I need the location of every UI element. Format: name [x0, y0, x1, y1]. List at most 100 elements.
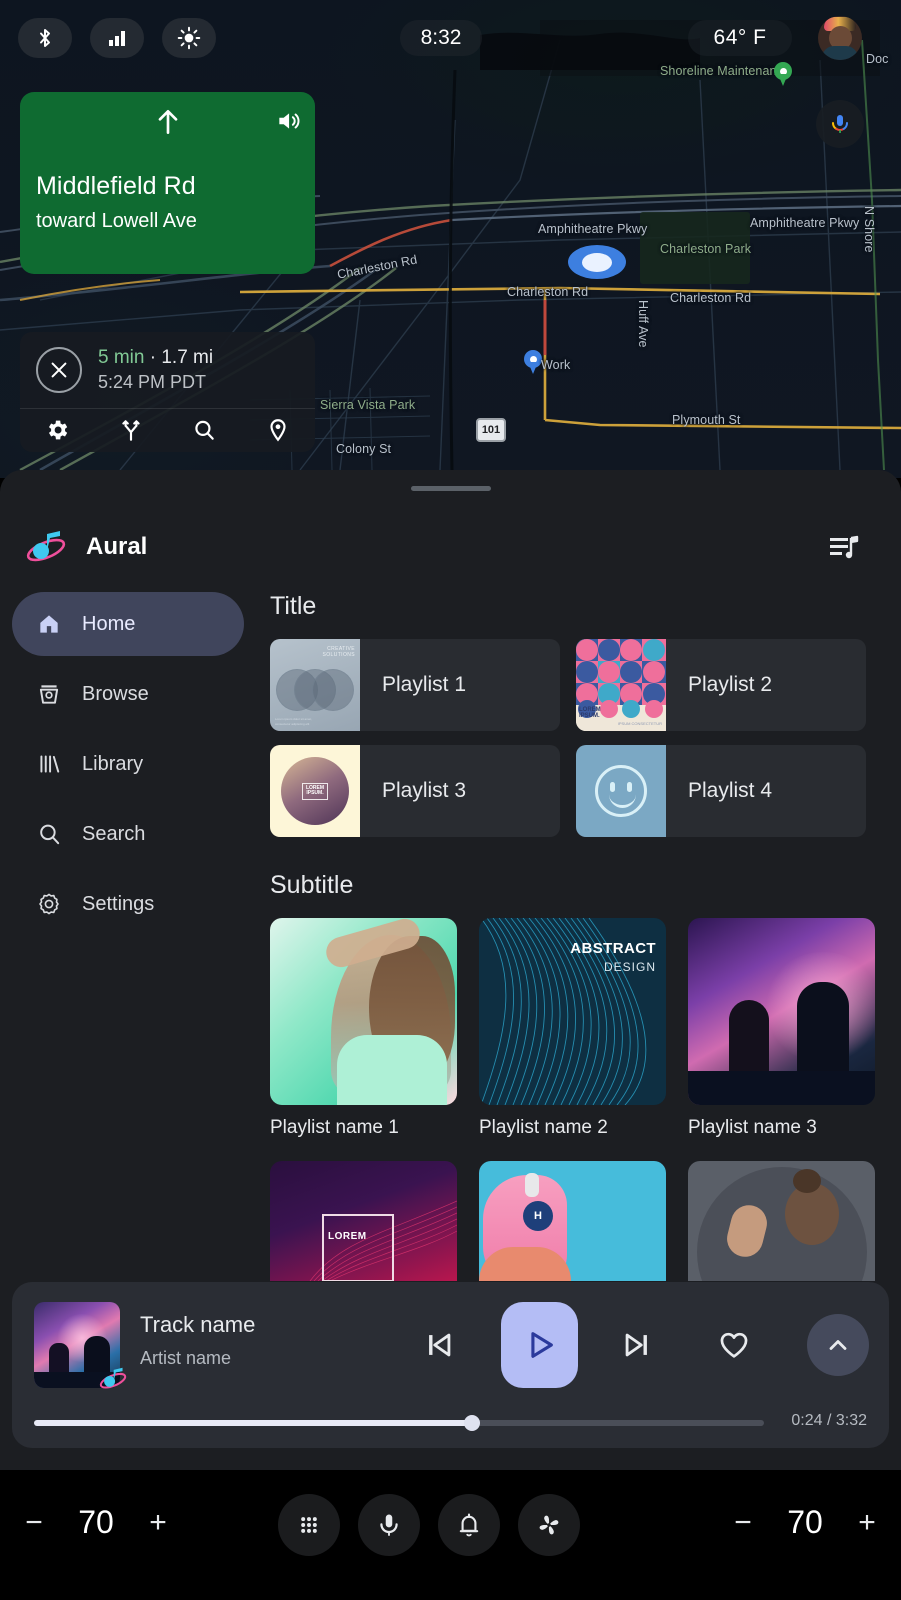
- end-navigation-button[interactable]: [36, 347, 82, 393]
- driver-temperature-stepper: − 70 +: [24, 1504, 168, 1541]
- map-label: Charleston Rd: [670, 291, 752, 305]
- play-button[interactable]: [501, 1302, 578, 1388]
- favorite-button[interactable]: [717, 1328, 751, 1367]
- nav-places-button[interactable]: [241, 417, 315, 443]
- playlist-cover: ABSTRACT DESIGN: [479, 918, 666, 1105]
- passenger-temperature-stepper: − 70 +: [733, 1504, 877, 1541]
- route-alternatives-button[interactable]: [94, 417, 168, 443]
- playlist-cover: LOREM: [270, 1161, 457, 1281]
- bluetooth-icon: [40, 29, 50, 47]
- eta-card[interactable]: 5 min · 1.7 mi 5:24 PM PDT: [20, 332, 315, 452]
- track-title: Track name: [140, 1312, 256, 1337]
- playlist-card[interactable]: ABSTRACT DESIGN Playlist name 2: [479, 918, 666, 1139]
- nav-road-name: Middlefield Rd: [36, 172, 196, 200]
- sidebar-item-label: Settings: [82, 892, 155, 915]
- bluetooth-button[interactable]: [18, 18, 72, 58]
- voice-assistant-button[interactable]: [358, 1494, 420, 1556]
- album-art: LOREM IPSUM. IPSUM CONSECTETUR: [576, 639, 666, 731]
- sidebar-item-settings[interactable]: Settings: [12, 872, 244, 936]
- album-art: LOREM IPSUM.: [270, 745, 360, 837]
- panel-drag-handle[interactable]: [410, 486, 491, 491]
- outside-temperature: 64° F: [688, 20, 792, 56]
- playlist-card[interactable]: H: [479, 1161, 666, 1281]
- playlist-tile[interactable]: LOREM IPSUM. Playlist 3: [270, 745, 560, 837]
- map-label: Sierra Vista Park: [320, 398, 416, 412]
- album-art-text: LOREM IPSUM.: [579, 707, 601, 719]
- eta-distance: 1.7 mi: [161, 347, 214, 368]
- skip-next-icon: [625, 1333, 647, 1357]
- playlist-card-label: Playlist name 1: [270, 1117, 399, 1138]
- close-icon: [51, 362, 67, 378]
- car-infotainment-screen: Shoreline Maintenance Doc Amphitheatre P…: [0, 0, 901, 1600]
- aural-music-note-icon: [99, 1367, 127, 1389]
- temp-decrease-button[interactable]: −: [24, 1506, 44, 1540]
- temp-increase-button[interactable]: +: [857, 1506, 877, 1540]
- map-pin-work[interactable]: [524, 350, 542, 374]
- browse-icon: [34, 681, 64, 707]
- assistant-mic-icon: [832, 115, 848, 133]
- sidebar-item-label: Browse: [82, 682, 149, 705]
- eta-arrival-time: 5:24 PM PDT: [98, 372, 207, 392]
- skip-previous-icon: [429, 1333, 451, 1357]
- nav-search-button[interactable]: [168, 417, 242, 443]
- apps-grid-icon: [301, 1517, 317, 1533]
- queue-button[interactable]: [829, 534, 859, 567]
- playlist-card[interactable]: [688, 1161, 875, 1281]
- playlist-cover: [270, 918, 457, 1105]
- volume-on-icon[interactable]: [275, 108, 301, 134]
- sidebar-item-library[interactable]: Library: [12, 732, 244, 796]
- playlist-card[interactable]: LOREM: [270, 1161, 457, 1281]
- progress-fill: [34, 1420, 472, 1426]
- eta-text: 5 min · 1.7 mi 5:24 PM PDT: [98, 347, 213, 393]
- album-art-caption: IPSUM CONSECTETUR: [617, 721, 662, 726]
- album-art: [576, 745, 666, 837]
- apps-grid-button[interactable]: [278, 1494, 340, 1556]
- notifications-button[interactable]: [438, 1494, 500, 1556]
- eta-toolbar: [20, 408, 315, 451]
- expand-player-button[interactable]: [807, 1314, 869, 1376]
- nav-settings-button[interactable]: [20, 417, 94, 443]
- search-icon: [34, 821, 64, 847]
- sidebar-item-label: Search: [82, 822, 146, 845]
- next-track-button[interactable]: [620, 1328, 654, 1367]
- clock: 8:32: [400, 20, 482, 56]
- search-icon: [195, 420, 215, 440]
- navigation-instruction-card[interactable]: Middlefield Rd toward Lowell Ave: [20, 92, 315, 274]
- playlist-tile-grid: CREATIVE SOLUTIONS Lorem ipsum dolor sit …: [270, 639, 890, 837]
- album-art-smiley: [595, 765, 647, 817]
- current-location-indicator: [568, 245, 626, 279]
- user-avatar[interactable]: [818, 16, 862, 60]
- playlist-cover: H: [479, 1161, 666, 1281]
- playlist-tile[interactable]: Playlist 4: [576, 745, 866, 837]
- play-icon: [530, 1332, 553, 1358]
- signal-bars-icon: [109, 31, 125, 46]
- climate-fan-button[interactable]: [518, 1494, 580, 1556]
- playback-time: 0:24 / 3:32: [791, 1412, 867, 1429]
- previous-track-button[interactable]: [422, 1328, 456, 1367]
- temp-increase-button[interactable]: +: [148, 1506, 168, 1540]
- avatar-body: [822, 46, 858, 60]
- nav-toward-text: toward Lowell Ave: [36, 210, 197, 232]
- album-art-sphere: LOREM IPSUM.: [281, 757, 349, 825]
- cover-subtitle: DESIGN: [603, 960, 656, 974]
- signal-button[interactable]: [90, 18, 144, 58]
- playlist-label: Playlist 2: [688, 673, 773, 696]
- sidebar-item-home[interactable]: Home: [12, 592, 244, 656]
- brightness-button[interactable]: [162, 18, 216, 58]
- sidebar-item-search[interactable]: Search: [12, 802, 244, 866]
- progress-thumb[interactable]: [464, 1415, 480, 1431]
- playlist-tile[interactable]: CREATIVE SOLUTIONS Lorem ipsum dolor sit …: [270, 639, 560, 731]
- playback-progress-slider[interactable]: [34, 1415, 764, 1431]
- app-content: Title CREATIVE SOLUTIONS Lorem ipsum dolo…: [270, 592, 890, 1281]
- notifications-bell-icon: [459, 1513, 479, 1537]
- temp-decrease-button[interactable]: −: [733, 1506, 753, 1540]
- now-playing-bar: Track name Artist name 0:24 / 3:32: [12, 1282, 889, 1448]
- playlist-card[interactable]: Playlist name 1: [270, 918, 457, 1139]
- system-bottom-bar: − 70 + − 70 +: [0, 1470, 901, 1600]
- playlist-card[interactable]: Playlist name 3: [688, 918, 875, 1139]
- assistant-mic-button[interactable]: [816, 100, 864, 148]
- microphone-icon: [380, 1514, 398, 1536]
- sidebar-item-label: Library: [82, 752, 144, 775]
- playlist-tile[interactable]: LOREM IPSUM. IPSUM CONSECTETUR Playlist 2: [576, 639, 866, 731]
- sidebar-item-browse[interactable]: Browse: [12, 662, 244, 726]
